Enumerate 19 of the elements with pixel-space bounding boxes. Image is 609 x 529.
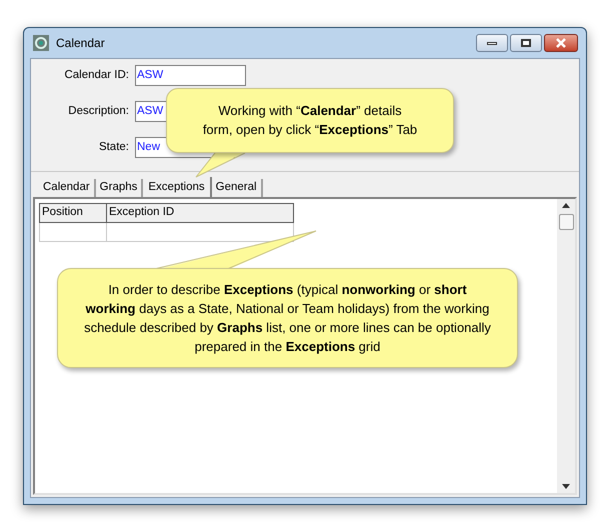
scroll-thumb[interactable] (558, 214, 574, 230)
column-header[interactable]: Position (40, 204, 106, 222)
scroll-down-icon[interactable] (562, 484, 570, 489)
window-title: Calendar (56, 35, 105, 52)
maximize-button[interactable] (510, 34, 542, 52)
field-label: Description: (67, 104, 130, 119)
close-button[interactable] (544, 34, 578, 52)
app-icon (32, 34, 50, 52)
scroll-up-icon[interactable] (562, 203, 570, 208)
minimize-icon (487, 42, 497, 44)
table-cell[interactable] (40, 222, 106, 242)
field-label: State: (98, 140, 130, 155)
minimize-button[interactable] (476, 34, 508, 52)
column-header[interactable]: Exception ID (106, 204, 294, 222)
scrollbar[interactable] (557, 199, 575, 493)
close-icon (555, 38, 567, 48)
field-label: Calendar ID: (63, 68, 130, 83)
input-field[interactable]: ASW (135, 65, 246, 86)
maximize-icon (521, 39, 531, 47)
